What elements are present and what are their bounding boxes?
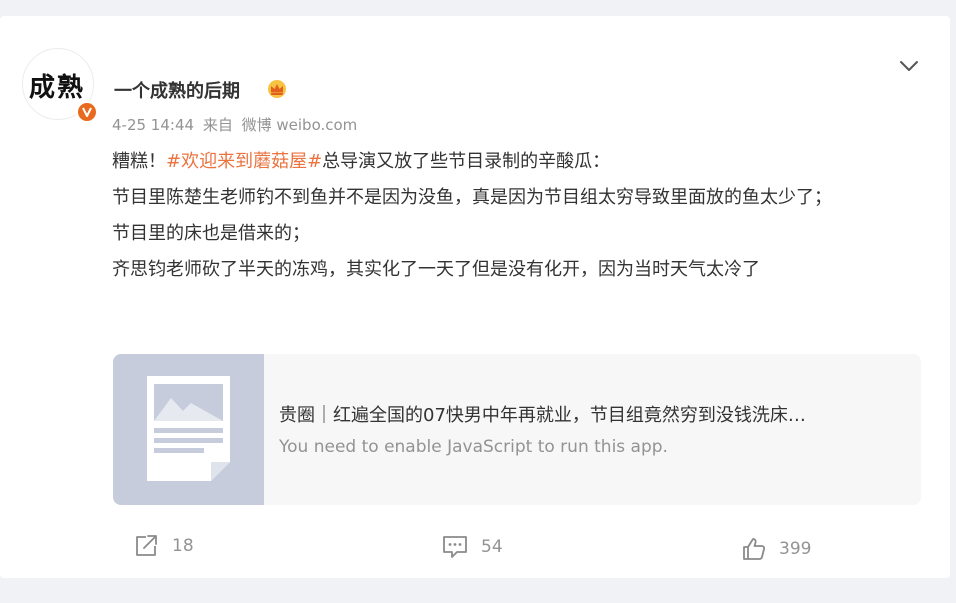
document-image-icon — [147, 376, 230, 481]
post-source-prefix: 来自 — [202, 116, 233, 134]
like-count: 399 — [779, 539, 812, 559]
thumbs-up-icon — [743, 538, 766, 560]
post-line-2: 节目里陈楚生老师钓不到鱼并不是因为没鱼，真是因为节目组太穷导致里面放的鱼太少了； — [112, 187, 832, 208]
comment-count: 54 — [481, 537, 503, 557]
repost-button[interactable]: 18 — [134, 534, 194, 558]
post-text: 糟糕！#欢迎来到蘑菇屋#总导演又放了些节目录制的辛酸瓜： 节目里陈楚生老师钓不到… — [112, 144, 918, 288]
repost-count: 18 — [172, 536, 194, 556]
share-icon — [136, 535, 157, 556]
post-meta: 4-25 14:44 来自 微博 weibo.com — [112, 114, 361, 135]
post-line-3: 节目里的床也是借来的； — [112, 223, 310, 244]
user-name[interactable]: 一个成熟的后期 — [114, 77, 240, 103]
avatar-text: 成熟 — [29, 73, 86, 103]
comment-icon — [443, 536, 467, 558]
link-thumbnail — [113, 354, 264, 505]
link-card-description: You need to enable JavaScript to run thi… — [279, 437, 668, 457]
link-card[interactable]: 贵圈｜红遍全国的07快男中年再就业，节目组竟然穷到没钱洗床… You need … — [113, 354, 921, 505]
post-line-4: 齐思钧老师砍了半天的冻鸡，其实化了一天了但是没有化开，因为当时天气太冷了 — [112, 259, 760, 280]
chevron-down-icon[interactable] — [898, 58, 920, 74]
link-card-title: 贵圈｜红遍全国的07快男中年再就业，节目组竟然穷到没钱洗床… — [279, 405, 806, 426]
weibo-post-card: 成熟 一个成熟的后期 4-25 14:44 来自 微博 weibo.com 糟糕… — [0, 16, 950, 578]
post-source: 微博 weibo.com — [241, 116, 358, 134]
post-line-1-suffix: 总导演又放了些节目录制的辛酸瓜： — [322, 151, 611, 172]
crown-icon[interactable] — [266, 79, 288, 99]
post-line-1-prefix: 糟糕！ — [112, 151, 166, 172]
like-button[interactable]: 399 — [741, 536, 811, 562]
post-time[interactable]: 4-25 14:44 — [112, 116, 194, 134]
topic-link[interactable]: #欢迎来到蘑菇屋# — [166, 151, 322, 172]
post-line-1: 糟糕！#欢迎来到蘑菇屋#总导演又放了些节目录制的辛酸瓜： — [112, 144, 918, 180]
verified-v-icon — [76, 101, 98, 123]
comment-button[interactable]: 54 — [441, 534, 503, 560]
